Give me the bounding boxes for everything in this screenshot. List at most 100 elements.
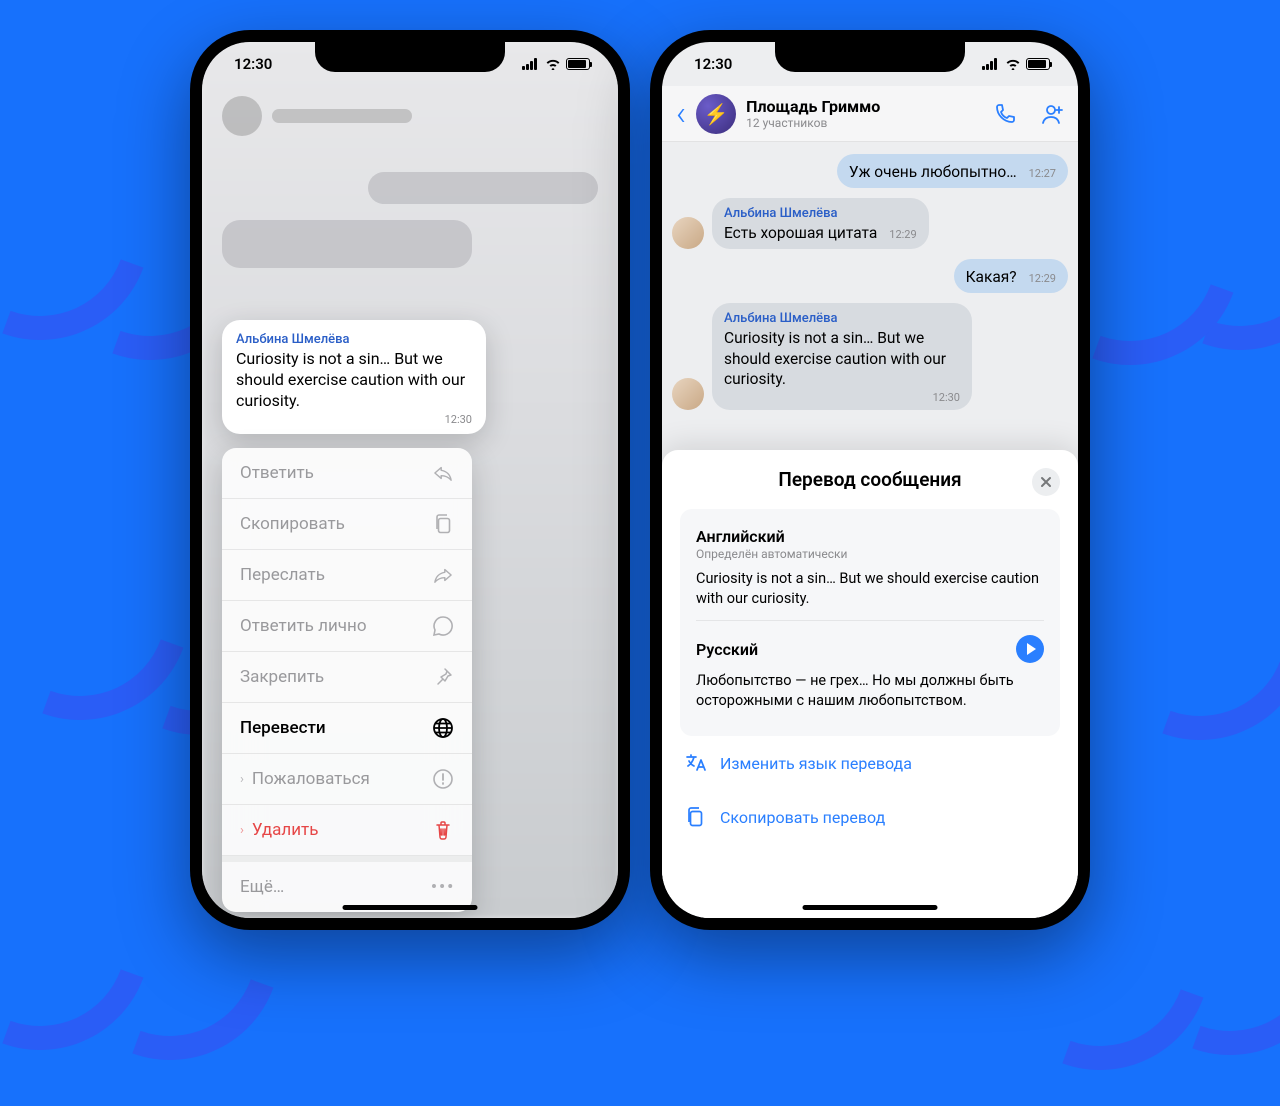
chat-title: Площадь Гриммо — [746, 97, 974, 116]
status-time: 12:30 — [694, 55, 732, 73]
copy-translation-button[interactable]: Скопировать перевод — [680, 790, 1060, 844]
status-icons — [982, 58, 1050, 70]
chat-title-block[interactable]: Площадь Гриммо 12 участников — [746, 97, 974, 130]
back-button[interactable]: ‹ — [676, 97, 686, 131]
target-language-block: Русский Любопытство — не грех… Но мы дол… — [696, 620, 1044, 722]
menu-label: Ещё… — [240, 877, 284, 897]
wifi-icon — [1005, 58, 1021, 70]
action-label: Скопировать перевод — [720, 808, 885, 827]
blurred-header — [202, 86, 618, 146]
chat-avatar[interactable]: ⚡ — [696, 94, 736, 134]
message-time: 12:29 — [1029, 272, 1056, 285]
sender-avatar[interactable] — [672, 217, 704, 249]
chat-header: ‹ ⚡ Площадь Гриммо 12 участников — [662, 86, 1078, 142]
battery-icon — [566, 58, 590, 70]
bg-decor — [0, 84, 186, 376]
target-language: Русский — [696, 640, 758, 659]
menu-more[interactable]: Ещё… ••• — [222, 856, 472, 912]
more-icon: ••• — [432, 876, 454, 898]
message-text: Curiosity is not a sin… But we should ex… — [236, 349, 472, 411]
message-out[interactable]: Уж очень любопытно… 12:27 — [837, 154, 1068, 188]
menu-translate[interactable]: Перевести — [222, 703, 472, 754]
copy-icon — [684, 806, 706, 828]
add-user-button[interactable] — [1038, 102, 1064, 126]
message-text: Curiosity is not a sin… But we should ex… — [724, 328, 960, 388]
message-out[interactable]: Какая? 12:29 — [954, 259, 1068, 293]
source-language-block: Английский Определён автоматически Curio… — [696, 523, 1044, 620]
translation-sheet: Перевод сообщения Английский Определён а… — [662, 450, 1078, 918]
action-label: Изменить язык перевода — [720, 754, 912, 773]
play-button[interactable] — [1016, 635, 1044, 663]
message-time: 12:30 — [236, 413, 472, 426]
forward-icon — [432, 564, 454, 586]
menu-label: Перевести — [240, 718, 326, 738]
message-in[interactable]: Альбина Шмелёва Curiosity is not a sin… … — [712, 303, 972, 409]
menu-copy[interactable]: Скопировать — [222, 499, 472, 550]
chevron-right-icon: › — [240, 823, 244, 838]
source-language: Английский — [696, 527, 1044, 546]
blurred-messages — [202, 172, 618, 268]
message-row: Альбина Шмелёва Есть хорошая цитата 12:2… — [672, 198, 1068, 249]
signal-icon — [982, 58, 1000, 70]
menu-label: Пожаловаться — [252, 769, 370, 789]
message-time: 12:27 — [1029, 167, 1056, 180]
menu-delete[interactable]: ›Удалить — [222, 805, 472, 856]
close-button[interactable] — [1032, 468, 1060, 496]
home-indicator — [803, 905, 938, 910]
target-text: Любопытство — не грех… Но мы должны быть… — [696, 671, 1044, 710]
message-context-menu: Ответить Скопировать Переслать — [222, 448, 472, 912]
chat-subtitle: 12 участников — [746, 116, 974, 130]
bg-decor — [1094, 94, 1280, 386]
chevron-right-icon: › — [240, 772, 244, 787]
message-sender: Альбина Шмелёва — [724, 206, 917, 221]
phone-left: 12:30 Альбина Шмелёва Curiosity is not a… — [190, 30, 630, 930]
message-sender: Альбина Шмелёва — [236, 332, 472, 347]
menu-label: Скопировать — [240, 514, 345, 534]
source-language-sub: Определён автоматически — [696, 547, 1044, 561]
translation-card: Английский Определён автоматически Curio… — [680, 509, 1060, 736]
pin-icon — [432, 666, 454, 688]
menu-label: Переслать — [240, 565, 325, 585]
translate-icon — [684, 752, 706, 774]
wifi-icon — [545, 58, 561, 70]
menu-report[interactable]: › Пожаловаться — [222, 754, 472, 805]
bg-decor — [1084, 799, 1280, 1091]
message-row: Альбина Шмелёва Curiosity is not a sin… … — [672, 303, 1068, 409]
message-text: Какая? — [966, 268, 1017, 286]
source-text: Curiosity is not a sin… But we should ex… — [696, 569, 1044, 608]
selected-message: Альбина Шмелёва Curiosity is not a sin… … — [222, 320, 486, 434]
message-text: Есть хорошая цитата — [724, 224, 877, 242]
warning-icon — [432, 768, 454, 790]
sender-avatar[interactable] — [672, 378, 704, 410]
message-time: 12:30 — [724, 391, 960, 404]
change-language-button[interactable]: Изменить язык перевода — [680, 736, 1060, 790]
message-in[interactable]: Альбина Шмелёва Есть хорошая цитата 12:2… — [712, 198, 929, 249]
menu-reply-privately[interactable]: Ответить лично — [222, 601, 472, 652]
globe-icon — [432, 717, 454, 739]
menu-forward[interactable]: Переслать — [222, 550, 472, 601]
battery-icon — [1026, 58, 1050, 70]
notch — [315, 42, 505, 72]
message-row: Какая? 12:29 — [672, 259, 1068, 293]
bg-decor — [0, 794, 186, 1086]
sheet-title: Перевод сообщения — [778, 468, 961, 491]
copy-icon — [432, 513, 454, 535]
message-time: 12:29 — [889, 228, 916, 241]
status-icons — [522, 58, 590, 70]
chat-icon — [432, 615, 454, 637]
message-row: Уж очень любопытно… 12:27 — [672, 154, 1068, 188]
notch — [775, 42, 965, 72]
menu-reply[interactable]: Ответить — [222, 448, 472, 499]
signal-icon — [522, 58, 540, 70]
message-text: Уж очень любопытно… — [849, 163, 1017, 181]
reply-icon — [432, 462, 454, 484]
trash-icon — [432, 819, 454, 841]
home-indicator — [343, 905, 478, 910]
menu-label: Закрепить — [240, 667, 324, 687]
status-time: 12:30 — [234, 55, 272, 73]
message-sender: Альбина Шмелёва — [724, 311, 960, 326]
menu-label: Ответить лично — [240, 616, 367, 636]
menu-pin[interactable]: Закрепить — [222, 652, 472, 703]
phone-right: 12:30 ‹ ⚡ Площадь Гриммо 12 участников — [650, 30, 1090, 930]
call-button[interactable] — [994, 102, 1018, 126]
